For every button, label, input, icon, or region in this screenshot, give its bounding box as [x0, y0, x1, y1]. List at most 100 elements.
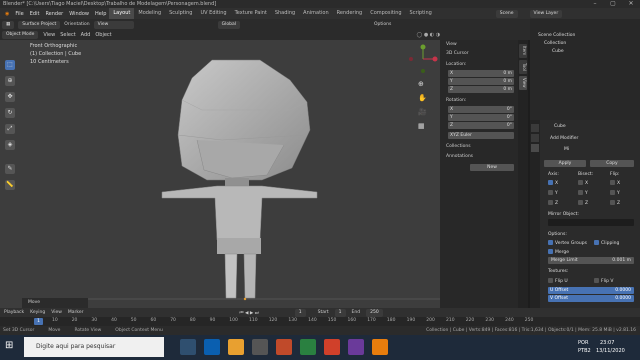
clock-date[interactable]: 13/11/2020 [596, 348, 625, 354]
tab-animation[interactable]: Animation [299, 8, 333, 19]
language-indicator[interactable]: POR [578, 340, 588, 346]
tab-layout[interactable]: Layout [109, 8, 135, 19]
tab-scripting[interactable]: Scripting [406, 8, 436, 19]
keying-menu[interactable]: Keying [30, 310, 45, 315]
tab-sculpting[interactable]: Sculpting [165, 8, 196, 19]
cube-row[interactable]: Cube [552, 49, 564, 54]
app-icon-1[interactable] [300, 339, 316, 355]
office-icon[interactable] [276, 339, 292, 355]
clock-time[interactable]: 23:07 [600, 340, 614, 346]
grid-icon[interactable]: ▦ [418, 122, 425, 130]
edge-icon[interactable] [204, 339, 220, 355]
playback-menu[interactable]: Playback [4, 310, 24, 315]
move-tool-icon[interactable]: ✥ [5, 92, 15, 102]
copy-button[interactable]: Copy [590, 160, 634, 167]
tab-view[interactable]: View [519, 76, 527, 90]
collections-section[interactable]: Collections [446, 144, 514, 151]
axis-x-checkbox[interactable]: X [548, 180, 558, 186]
cursor-loc-z[interactable]: Z0 m [448, 86, 514, 93]
merge-checkbox[interactable]: Merge [548, 249, 569, 255]
transform-tool-icon[interactable]: ◈ [5, 140, 15, 150]
transform-global-dropdown[interactable]: Global [217, 20, 241, 29]
3d-viewport[interactable]: Front Orthographic (1) Collection | Cube… [22, 40, 440, 308]
flip-y-checkbox[interactable]: Y [610, 190, 620, 196]
maximize-button[interactable]: ▢ [604, 0, 622, 8]
vertex-groups-checkbox[interactable]: Vertex Groups [548, 240, 587, 246]
cursor-loc-x[interactable]: X0 m [448, 70, 514, 77]
u-offset-slider[interactable]: U Offset 0.0000 [548, 287, 634, 294]
flip-z-checkbox[interactable]: Z [610, 200, 620, 206]
pan-icon[interactable]: ✋ [418, 94, 427, 102]
tab-modeling[interactable]: Modeling [134, 8, 165, 19]
visual-studio-icon[interactable] [348, 339, 364, 355]
blender-taskbar-icon[interactable] [372, 339, 388, 355]
taskbar-search-input[interactable]: Digite aqui para pesquisar [24, 337, 164, 357]
task-view-icon[interactable] [180, 339, 196, 355]
axis-z-checkbox[interactable]: Z [548, 200, 558, 206]
rotate-tool-icon[interactable]: ↻ [5, 108, 15, 118]
apply-button[interactable]: Apply [544, 160, 586, 167]
options-dropdown[interactable]: Options [374, 22, 391, 27]
playhead[interactable]: 1 [34, 318, 43, 325]
editor-type-dropdown[interactable]: ▦ [2, 20, 15, 29]
tab-tool[interactable]: Tool [519, 60, 527, 74]
new-annotation-button[interactable]: New [470, 164, 514, 171]
bisect-y-checkbox[interactable]: Y [578, 190, 588, 196]
tab-shading[interactable]: Shading [271, 8, 299, 19]
last-operator-panel[interactable]: Move [22, 298, 88, 308]
mirror-object-field[interactable] [548, 219, 634, 226]
tab-uv-editing[interactable]: UV Editing [196, 8, 230, 19]
timeline-view-menu[interactable]: View [51, 310, 62, 315]
marker-menu[interactable]: Marker [68, 310, 84, 315]
tool-properties-icon[interactable] [531, 124, 539, 132]
camera-icon[interactable]: 🎥 [418, 108, 427, 116]
menu-file[interactable]: File [12, 11, 26, 17]
tab-compositing[interactable]: Compositing [366, 8, 405, 19]
menu-help[interactable]: Help [92, 11, 109, 17]
cursor-rot-y[interactable]: Y 0° [448, 114, 514, 121]
menu-window[interactable]: Window [66, 11, 92, 17]
bisect-z-checkbox[interactable]: Z [578, 200, 588, 206]
flip-u-checkbox[interactable]: Flip U [548, 278, 568, 284]
flip-x-checkbox[interactable]: X [610, 180, 620, 186]
modifier-name-field[interactable]: Mi [564, 147, 569, 152]
file-explorer-icon[interactable] [228, 339, 244, 355]
measure-tool-icon[interactable]: 📏 [5, 180, 15, 190]
windows-start-icon[interactable]: ⊞ [5, 340, 13, 351]
menu-object[interactable]: Object [95, 32, 111, 38]
cursor-section[interactable]: 3D Cursor [446, 51, 514, 58]
current-frame-field[interactable]: 1 [294, 308, 306, 317]
blender-logo-icon[interactable]: ◉ [2, 11, 12, 17]
merge-limit-field[interactable]: Merge Limit 0.001 m [548, 257, 634, 264]
menu-render[interactable]: Render [42, 11, 66, 17]
end-frame-field[interactable]: 250 [366, 308, 383, 317]
cursor-rot-x[interactable]: X 0° [448, 106, 514, 113]
tab-rendering[interactable]: Rendering [333, 8, 367, 19]
scene-selector[interactable]: Scene [495, 9, 518, 18]
select-box-tool-icon[interactable]: ⬚ [5, 60, 15, 70]
object-mode-dropdown[interactable]: Object Mode [2, 31, 39, 39]
menu-edit[interactable]: Edit [27, 11, 43, 17]
bisect-x-checkbox[interactable]: X [578, 180, 588, 186]
view-layer-selector[interactable]: View Layer [529, 9, 563, 18]
menu-add[interactable]: Add [81, 32, 91, 38]
menu-view[interactable]: View [43, 32, 55, 38]
render-properties-icon[interactable] [531, 134, 539, 142]
rotation-mode-dropdown[interactable]: XYZ Euler [448, 132, 514, 139]
playback-controls[interactable]: ⏮ ◀ ▶ ⏭ [239, 310, 258, 316]
store-icon[interactable] [252, 339, 268, 355]
zoom-icon[interactable]: ⊕ [418, 80, 424, 88]
cursor-loc-y[interactable]: Y0 m [448, 78, 514, 85]
scene-collection-row[interactable]: Scene Collection [538, 33, 575, 38]
navigation-gizmo[interactable] [408, 44, 438, 74]
v-offset-slider[interactable]: V Offset 0.0000 [548, 295, 634, 302]
orientation-dropdown[interactable]: View [93, 20, 134, 29]
keyboard-layout[interactable]: PTB2 [578, 348, 591, 354]
menu-select[interactable]: Select [60, 32, 75, 38]
view-section[interactable]: View [446, 42, 514, 49]
add-modifier-dropdown[interactable]: Add Modifier [550, 136, 578, 141]
collection-row[interactable]: Collection [544, 41, 566, 46]
annotate-tool-icon[interactable]: ✎ [5, 164, 15, 174]
shading-mode-icons[interactable]: ◯ ● ◐ ◑ [417, 32, 440, 38]
annotations-section[interactable]: Annotations [446, 154, 514, 161]
